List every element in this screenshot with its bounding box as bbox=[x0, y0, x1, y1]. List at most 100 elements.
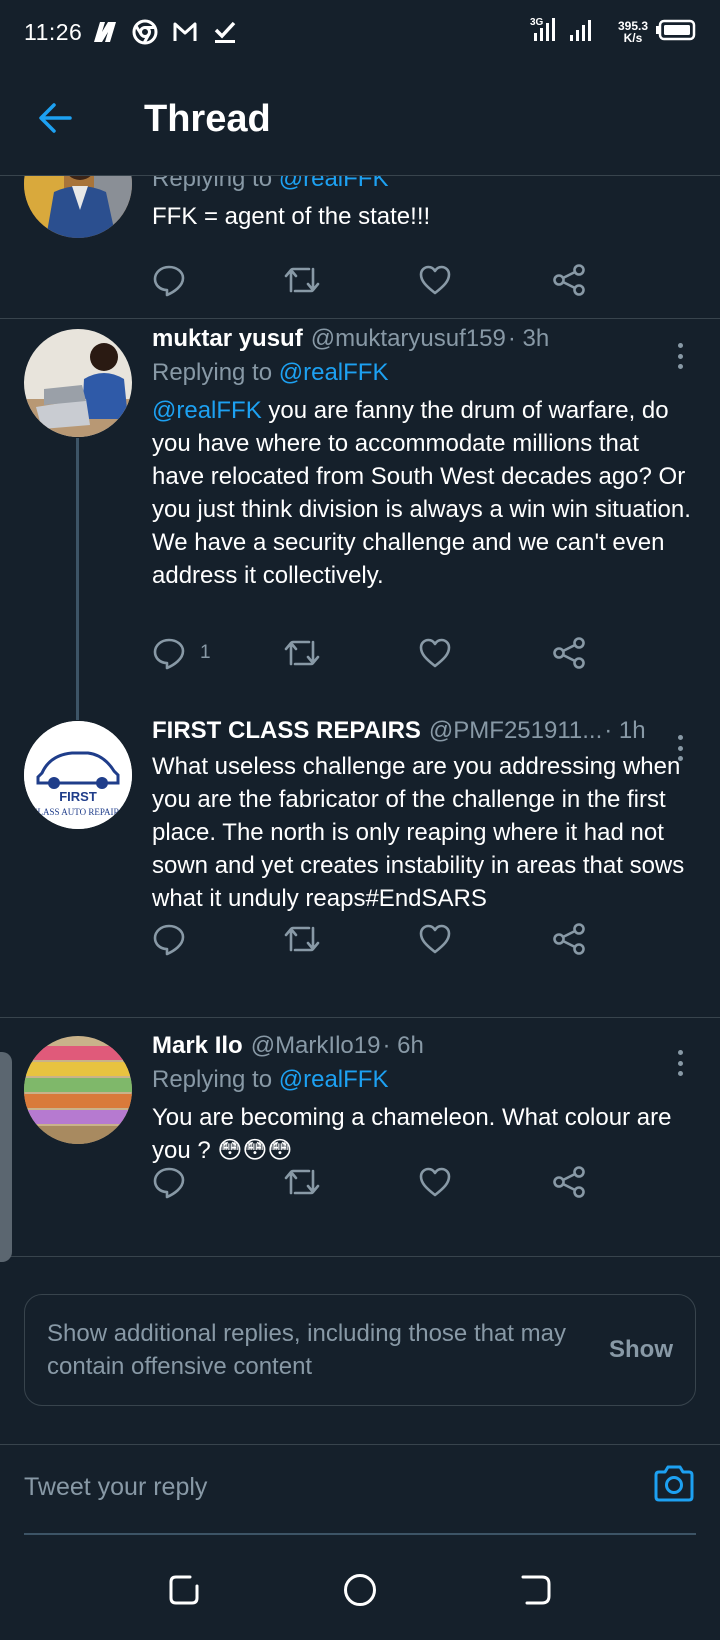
edge-panel-handle[interactable] bbox=[0, 1052, 12, 1262]
heart-icon bbox=[419, 265, 451, 295]
reply-button[interactable]: 1 bbox=[152, 633, 211, 673]
back-button[interactable] bbox=[36, 98, 76, 138]
like-button[interactable] bbox=[418, 1162, 452, 1202]
tweet-actions: 1 bbox=[152, 633, 612, 673]
reply-input[interactable] bbox=[24, 1461, 624, 1513]
reply-count: 1 bbox=[200, 642, 211, 663]
share-icon bbox=[553, 923, 585, 955]
show-additional-text: Show additional replies, including those… bbox=[47, 1320, 566, 1380]
app-header: Thread bbox=[0, 64, 720, 176]
more-options-button[interactable] bbox=[670, 1048, 690, 1078]
tweet-item[interactable]: muktar yusuf @muktaryusuf159 · 3h Replyi… bbox=[0, 319, 720, 711]
netflix-n-icon bbox=[92, 20, 118, 44]
reply-icon bbox=[153, 1167, 185, 1199]
avatar[interactable] bbox=[24, 1036, 132, 1144]
tweet-item[interactable]: Replying to @realFFK FFK = agent of the … bbox=[0, 176, 720, 306]
status-bar: 11:26 3G 395.3 K/s bbox=[0, 0, 720, 64]
avatar-logo-subtext: CLASS AUTO REPAIRS bbox=[31, 807, 124, 817]
heart-icon bbox=[419, 638, 451, 668]
recent-apps-icon bbox=[169, 1575, 199, 1605]
tweet-time: · 6h bbox=[382, 1032, 424, 1059]
tweet-actions bbox=[152, 919, 612, 959]
like-button[interactable] bbox=[418, 633, 452, 673]
arrow-left-icon bbox=[39, 103, 72, 133]
reply-button[interactable] bbox=[152, 1162, 186, 1202]
replying-prefix: Replying to bbox=[152, 176, 273, 192]
tweet-text: @realFFK you are fanny the drum of warfa… bbox=[152, 394, 696, 592]
more-options-button[interactable] bbox=[670, 341, 690, 371]
more-options-button[interactable] bbox=[670, 733, 690, 763]
heart-icon bbox=[419, 924, 451, 954]
chrome-icon bbox=[132, 19, 158, 45]
share-button[interactable] bbox=[552, 1162, 586, 1202]
check-icon bbox=[212, 19, 238, 45]
tweet-time: · 1h bbox=[604, 717, 646, 744]
back-nav-icon bbox=[521, 1575, 551, 1605]
show-additional-replies: Show additional replies, including those… bbox=[24, 1294, 696, 1406]
retweet-button[interactable] bbox=[283, 633, 321, 673]
show-button[interactable]: Show bbox=[609, 1336, 673, 1364]
reply-button[interactable] bbox=[152, 260, 186, 300]
reply-icon bbox=[153, 265, 185, 297]
recent-apps-button[interactable] bbox=[166, 1572, 202, 1613]
like-button[interactable] bbox=[418, 919, 452, 959]
author-name[interactable]: Mark Ilo bbox=[152, 1029, 243, 1063]
tweet-text: FFK = agent of the state!!! bbox=[152, 203, 431, 230]
retweet-icon bbox=[284, 926, 320, 952]
battery-icon bbox=[656, 19, 696, 46]
retweet-button[interactable] bbox=[283, 260, 321, 300]
gmail-icon bbox=[172, 21, 198, 43]
share-icon bbox=[553, 264, 585, 296]
replying-prefix: Replying to bbox=[152, 359, 273, 386]
tweet-item[interactable]: FIRST CLASS AUTO REPAIRS FIRST CLASS REP… bbox=[0, 711, 720, 992]
network-speed: 395.3 K/s bbox=[618, 20, 648, 44]
retweet-button[interactable] bbox=[283, 919, 321, 959]
camera-icon bbox=[654, 1465, 694, 1502]
retweet-icon bbox=[284, 1169, 320, 1195]
replying-prefix: Replying to bbox=[152, 1066, 273, 1093]
tweet-actions bbox=[152, 1162, 612, 1202]
replying-mention-link[interactable]: @realFFK bbox=[279, 1066, 389, 1093]
thread-feed[interactable]: Replying to @realFFK FFK = agent of the … bbox=[0, 176, 720, 1446]
author-name[interactable]: muktar yusuf bbox=[152, 322, 303, 356]
page-title: Thread bbox=[144, 98, 271, 140]
avatar[interactable] bbox=[24, 329, 132, 437]
author-handle[interactable]: @muktaryusuf159 bbox=[311, 322, 506, 356]
avatar[interactable]: FIRST CLASS AUTO REPAIRS bbox=[24, 721, 132, 829]
author-name[interactable]: FIRST CLASS REPAIRS bbox=[152, 714, 421, 748]
avatar[interactable] bbox=[24, 176, 132, 238]
reply-icon bbox=[153, 638, 185, 670]
back-nav-button[interactable] bbox=[518, 1572, 554, 1613]
share-icon bbox=[553, 1166, 585, 1198]
author-handle[interactable]: @PMF251911... bbox=[429, 714, 602, 748]
replying-mention-link[interactable]: @realFFK bbox=[279, 359, 389, 386]
avatar-logo-text: FIRST bbox=[59, 789, 97, 804]
retweet-icon bbox=[284, 640, 320, 666]
replying-to: Replying to @realFFK bbox=[152, 176, 696, 196]
tweet-text: What useless challenge are you addressin… bbox=[152, 753, 685, 912]
retweet-button[interactable] bbox=[283, 1162, 321, 1202]
replying-mention-link[interactable]: @realFFK bbox=[279, 176, 389, 192]
tweet-header: Mark Ilo @MarkIlo19 · 6h bbox=[152, 1029, 696, 1063]
heart-icon bbox=[419, 1167, 451, 1197]
replying-to: Replying to @realFFK bbox=[152, 356, 696, 390]
speed-unit: K/s bbox=[623, 31, 643, 45]
tweet-actions bbox=[152, 260, 612, 300]
reply-button[interactable] bbox=[152, 919, 186, 959]
share-button[interactable] bbox=[552, 633, 586, 673]
reply-composer bbox=[0, 1444, 720, 1536]
network-type: 3G bbox=[530, 17, 544, 28]
share-button[interactable] bbox=[552, 919, 586, 959]
tweet-text-body: you are fanny the drum of warfare, do yo… bbox=[152, 397, 691, 589]
share-button[interactable] bbox=[552, 260, 586, 300]
like-button[interactable] bbox=[418, 260, 452, 300]
tweet-header: muktar yusuf @muktaryusuf159 · 3h bbox=[152, 322, 696, 356]
author-handle[interactable]: @MarkIlo19 bbox=[251, 1029, 381, 1063]
tweet-item[interactable]: Mark Ilo @MarkIlo19 · 6h Replying to @re… bbox=[0, 1018, 720, 1250]
mention-link[interactable]: @realFFK bbox=[152, 397, 262, 424]
home-button[interactable] bbox=[342, 1572, 378, 1613]
share-icon bbox=[553, 637, 585, 669]
reply-underline bbox=[24, 1533, 696, 1535]
camera-button[interactable] bbox=[652, 1463, 696, 1508]
tweet-header: FIRST CLASS REPAIRS @PMF251911... · 1h bbox=[152, 714, 696, 748]
